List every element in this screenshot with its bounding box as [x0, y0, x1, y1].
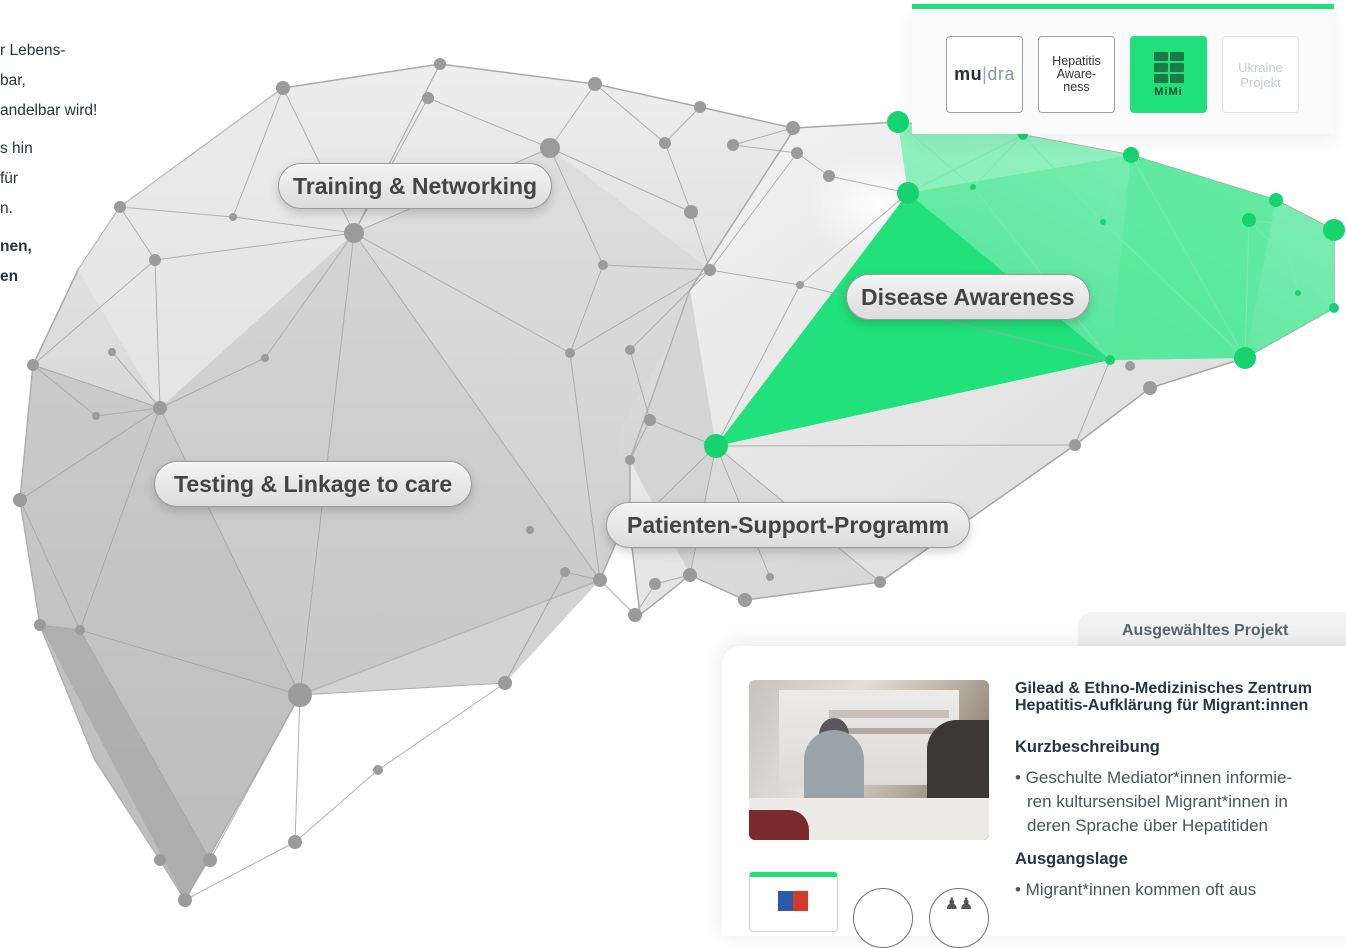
section-heading-ausgangslage: Ausgangslage [1015, 850, 1128, 868]
ukraine-project-tile[interactable]: Ukraine Projekt [1222, 36, 1299, 113]
body-line: deren Sprache über Hepatitiden [1027, 816, 1268, 835]
partner-logo-icon [778, 891, 808, 911]
section-heading-kurzbeschreibung: Kurzbeschreibung [1015, 738, 1160, 756]
selected-project-card: Gilead & Ethno-Medizinisches Zentrum Hep… [722, 646, 1346, 948]
people-icon[interactable]: ♟♟ [929, 888, 989, 948]
partner-logo [749, 872, 838, 932]
mudra-logo: mu|dra [954, 64, 1015, 85]
area-patient-support[interactable]: Patienten-Support-Programm [606, 502, 971, 548]
hepatitis-awareness-tile[interactable]: Hepatitis Aware- ness [1038, 36, 1115, 113]
hepatitis-label-line: ness [1063, 80, 1090, 94]
mimi-grid-icon [1153, 51, 1184, 83]
section-body-kurzbeschreibung: • Geschulte Mediator*innen informie- ren… [1015, 766, 1345, 838]
mimi-logo-tile[interactable]: MiMi [1130, 36, 1207, 113]
section-body-ausgangslage: • Migrant*innen kommen oft aus [1015, 878, 1345, 902]
project-title-line: Gilead & Ethno-Medizinisches Zentrum [1015, 680, 1312, 697]
project-title-line: Hepatitis-Aufklärung für Migrant:innen [1015, 697, 1309, 714]
mudra-logo-tile[interactable]: mu|dra [946, 36, 1023, 113]
ukraine-label-line: Projekt [1240, 74, 1281, 90]
area-disease-awareness[interactable]: Disease Awareness [846, 274, 1090, 320]
area-testing-linkage[interactable]: Testing & Linkage to care [154, 461, 473, 507]
body-line: ren kultursensibel Migrant*innen in [1027, 792, 1288, 811]
body-line: • Migrant*innen kommen oft aus [1015, 880, 1257, 899]
project-photo [749, 680, 989, 840]
mudra-logo-mu: mu [954, 64, 983, 84]
project-logo-panel: mu|dra Hepatitis Aware- ness MiMi Ukrain… [912, 4, 1334, 134]
project-title: Gilead & Ethno-Medizinisches Zentrum Hep… [1015, 680, 1346, 714]
mimi-label: MiMi [1154, 85, 1183, 98]
round-button[interactable] [853, 888, 913, 948]
ukraine-label-line: Ukraine [1238, 59, 1283, 75]
mudra-logo-dra: dra [987, 64, 1015, 84]
body-line: • Geschulte Mediator*innen informie- [1015, 768, 1293, 787]
area-training-networking[interactable]: Training & Networking [278, 163, 553, 209]
